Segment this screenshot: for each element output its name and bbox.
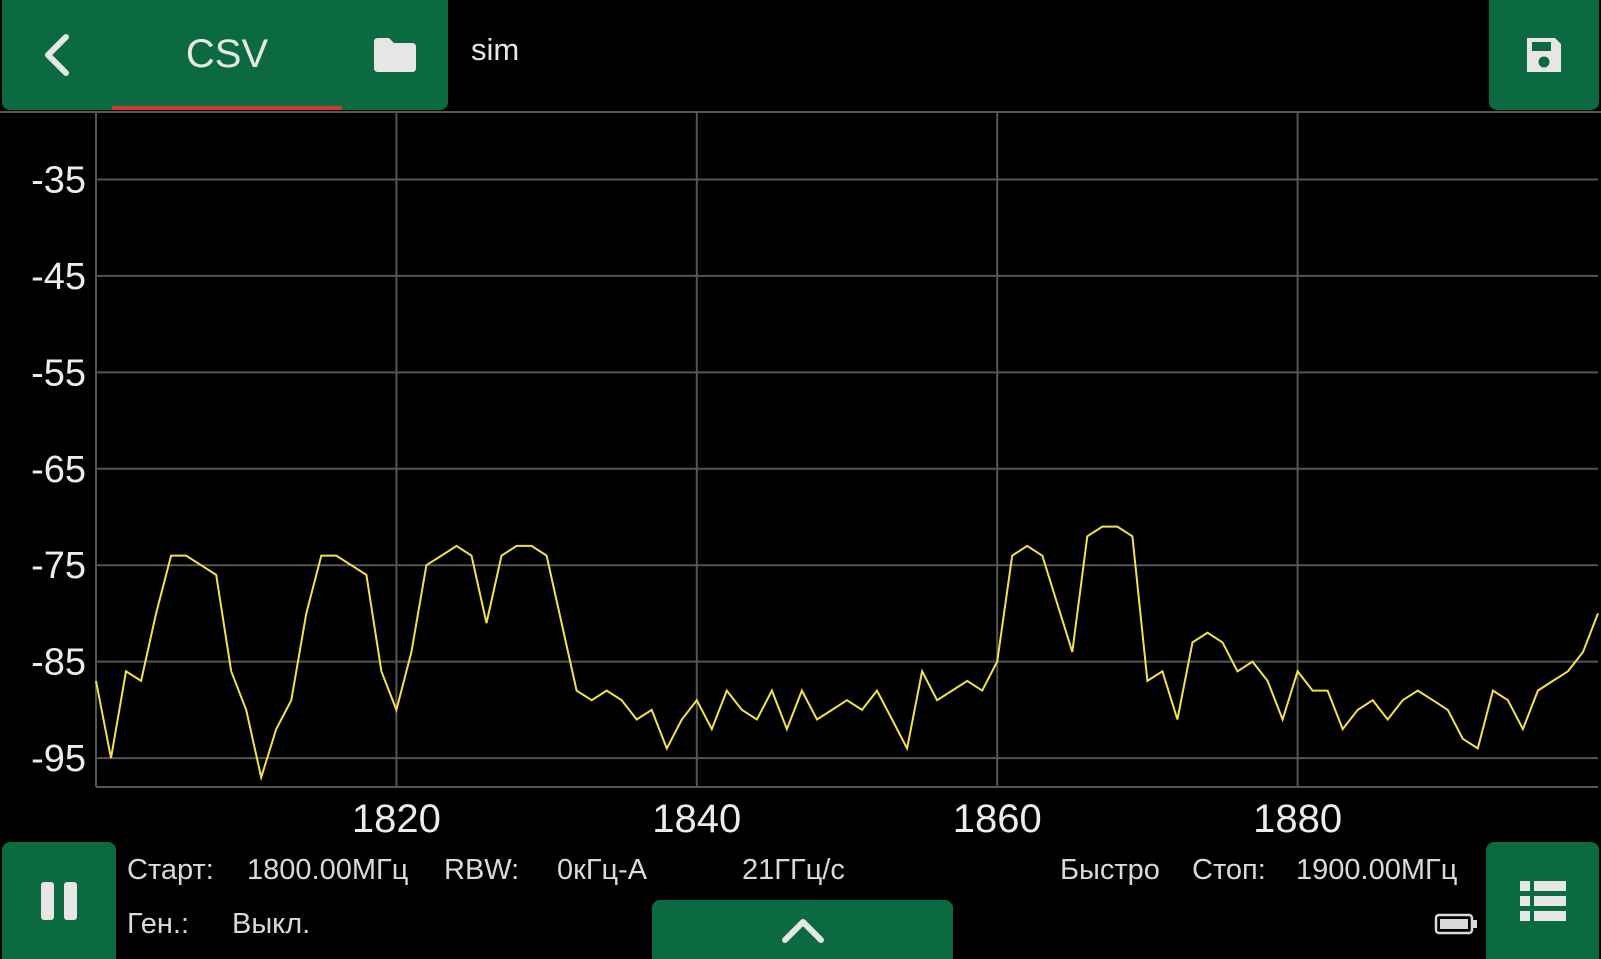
y-tick-label: -95 xyxy=(31,738,86,780)
generator-value: Выкл. xyxy=(232,908,311,940)
y-tick-label: -35 xyxy=(31,160,86,202)
top-toolbar: CSV xyxy=(2,0,448,110)
y-tick-label: -75 xyxy=(31,545,86,587)
generator-label: Ген.: xyxy=(127,908,190,940)
folder-icon xyxy=(374,38,416,72)
floppy-disk-icon xyxy=(1527,38,1561,72)
y-tick-label: -85 xyxy=(31,642,86,684)
start-label: Старт: xyxy=(127,854,214,886)
spectrum-chart[interactable]: -35 -45 -55 -65 -75 -85 -95 1820 1840 1860 1880 xyxy=(0,110,1601,850)
stop-label: Стоп: xyxy=(1192,854,1266,886)
tab-csv[interactable]: CSV xyxy=(112,0,342,108)
save-button[interactable] xyxy=(1489,0,1599,110)
file-name: sim xyxy=(471,32,520,67)
sweep-mode: Быстро xyxy=(1060,854,1160,886)
x-tick-label: 1860 xyxy=(953,797,1042,841)
expand-panel-button[interactable] xyxy=(652,900,953,959)
pause-icon xyxy=(41,881,77,920)
chart-grid xyxy=(0,111,1601,788)
chevron-left-icon xyxy=(45,34,69,76)
pause-button[interactable] xyxy=(2,842,116,959)
x-tick-label: 1840 xyxy=(652,797,741,841)
menu-button[interactable] xyxy=(1486,842,1599,959)
x-axis-labels: 1820 1840 1860 1880 xyxy=(352,797,1342,841)
battery-icon xyxy=(1434,913,1477,935)
y-tick-label: -55 xyxy=(31,352,86,394)
rbw-value: 0кГц-А xyxy=(557,854,648,886)
list-icon xyxy=(1519,880,1566,921)
chevron-up-icon xyxy=(781,918,824,943)
open-folder-button[interactable] xyxy=(360,26,430,84)
sweep-rate: 21ГГц/с xyxy=(742,854,845,886)
stop-frequency: 1900.00МГц xyxy=(1296,854,1458,886)
y-tick-label: -45 xyxy=(31,256,86,298)
start-frequency: 1800.00МГц xyxy=(247,854,409,886)
x-tick-label: 1820 xyxy=(352,797,441,841)
rbw-label: RBW: xyxy=(444,854,520,886)
y-axis-labels: -35 -45 -55 -65 -75 -85 -95 xyxy=(31,160,86,781)
y-tick-label: -65 xyxy=(31,449,86,491)
back-button[interactable] xyxy=(28,26,86,84)
x-tick-label: 1880 xyxy=(1253,797,1342,841)
